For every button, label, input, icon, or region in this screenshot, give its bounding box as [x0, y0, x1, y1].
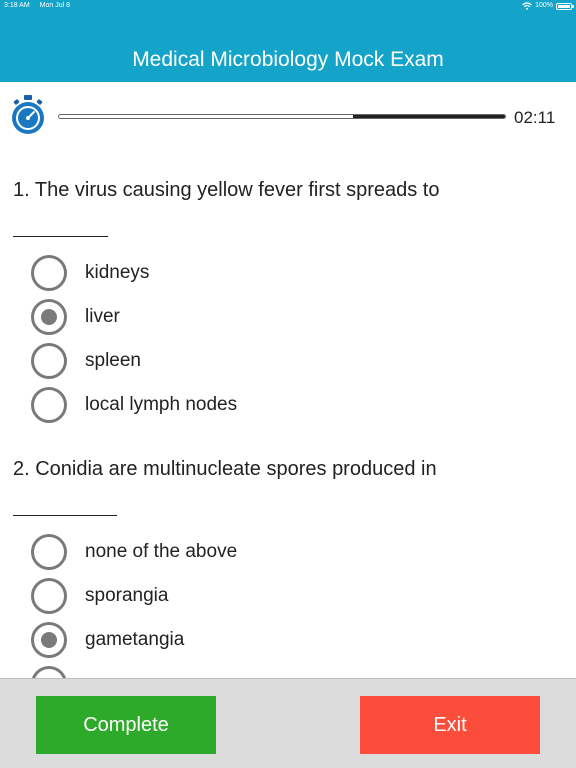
status-right: 100% — [522, 0, 574, 12]
status-time: 3:18 AM — [4, 2, 30, 9]
question-2: 2. Conidia are multinucleate spores prod… — [0, 451, 576, 678]
timer-row: 02:11 — [0, 92, 576, 136]
answer-option-label: liver — [85, 306, 120, 327]
answer-options: kidneys liver spleen local lymph nodes — [0, 251, 576, 427]
question-list[interactable]: 1. The virus causing yellow fever first … — [0, 140, 576, 678]
answer-option-label: local lymph nodes — [85, 394, 238, 415]
status-date: Mon Jul 8 — [39, 2, 70, 9]
answer-option[interactable]: spleen — [0, 339, 576, 383]
radio-button[interactable] — [31, 622, 67, 658]
radio-button[interactable] — [31, 666, 67, 678]
answer-option[interactable]: sporangia — [0, 574, 576, 618]
answer-option[interactable]: gametangia — [0, 618, 576, 662]
radio-button[interactable] — [31, 343, 67, 379]
question-text: 2. Conidia are multinucleate spores prod… — [0, 451, 576, 516]
status-bar: 3:18 AM Mon Jul 8 100% — [0, 0, 576, 14]
status-left: 3:18 AM Mon Jul 8 — [4, 0, 78, 12]
timer-progress-bar — [58, 114, 506, 119]
battery-percent: 100% — [535, 2, 553, 9]
answer-option[interactable]: kidneys — [0, 251, 576, 295]
answer-option-label: gametangia — [85, 629, 185, 650]
timer-time-left: 02:11 — [514, 108, 556, 127]
radio-button[interactable] — [31, 534, 67, 570]
answer-option-label: none of the above — [85, 541, 238, 562]
answer-option-label: sporangia — [85, 585, 169, 606]
wifi-icon — [522, 2, 532, 10]
footer-bar: Complete Exit — [0, 678, 576, 768]
answer-option[interactable] — [0, 662, 576, 678]
battery-icon — [556, 2, 574, 10]
radio-button[interactable] — [31, 255, 67, 291]
exit-button[interactable]: Exit — [360, 696, 540, 754]
answer-option[interactable]: liver — [0, 295, 576, 339]
answer-option-label: spleen — [85, 350, 141, 371]
page-title: Medical Microbiology Mock Exam — [132, 48, 444, 71]
question-1: 1. The virus causing yellow fever first … — [0, 140, 576, 427]
radio-button[interactable] — [31, 578, 67, 614]
question-text: 1. The virus causing yellow fever first … — [0, 140, 576, 237]
answer-blank — [13, 200, 108, 237]
stopwatch-icon — [12, 95, 44, 134]
radio-button[interactable] — [31, 299, 67, 335]
radio-button[interactable] — [31, 387, 67, 423]
timer-progress-fill — [353, 115, 505, 118]
answer-option[interactable]: none of the above — [0, 530, 576, 574]
answer-option-label: kidneys — [85, 262, 150, 283]
answer-option[interactable]: local lymph nodes — [0, 383, 576, 427]
complete-button[interactable]: Complete — [36, 696, 216, 754]
header-bar: 3:18 AM Mon Jul 8 100% Medical Microbiol… — [0, 0, 576, 82]
answer-blank — [13, 479, 117, 516]
answer-options: none of the above sporangia gametangia — [0, 530, 576, 678]
